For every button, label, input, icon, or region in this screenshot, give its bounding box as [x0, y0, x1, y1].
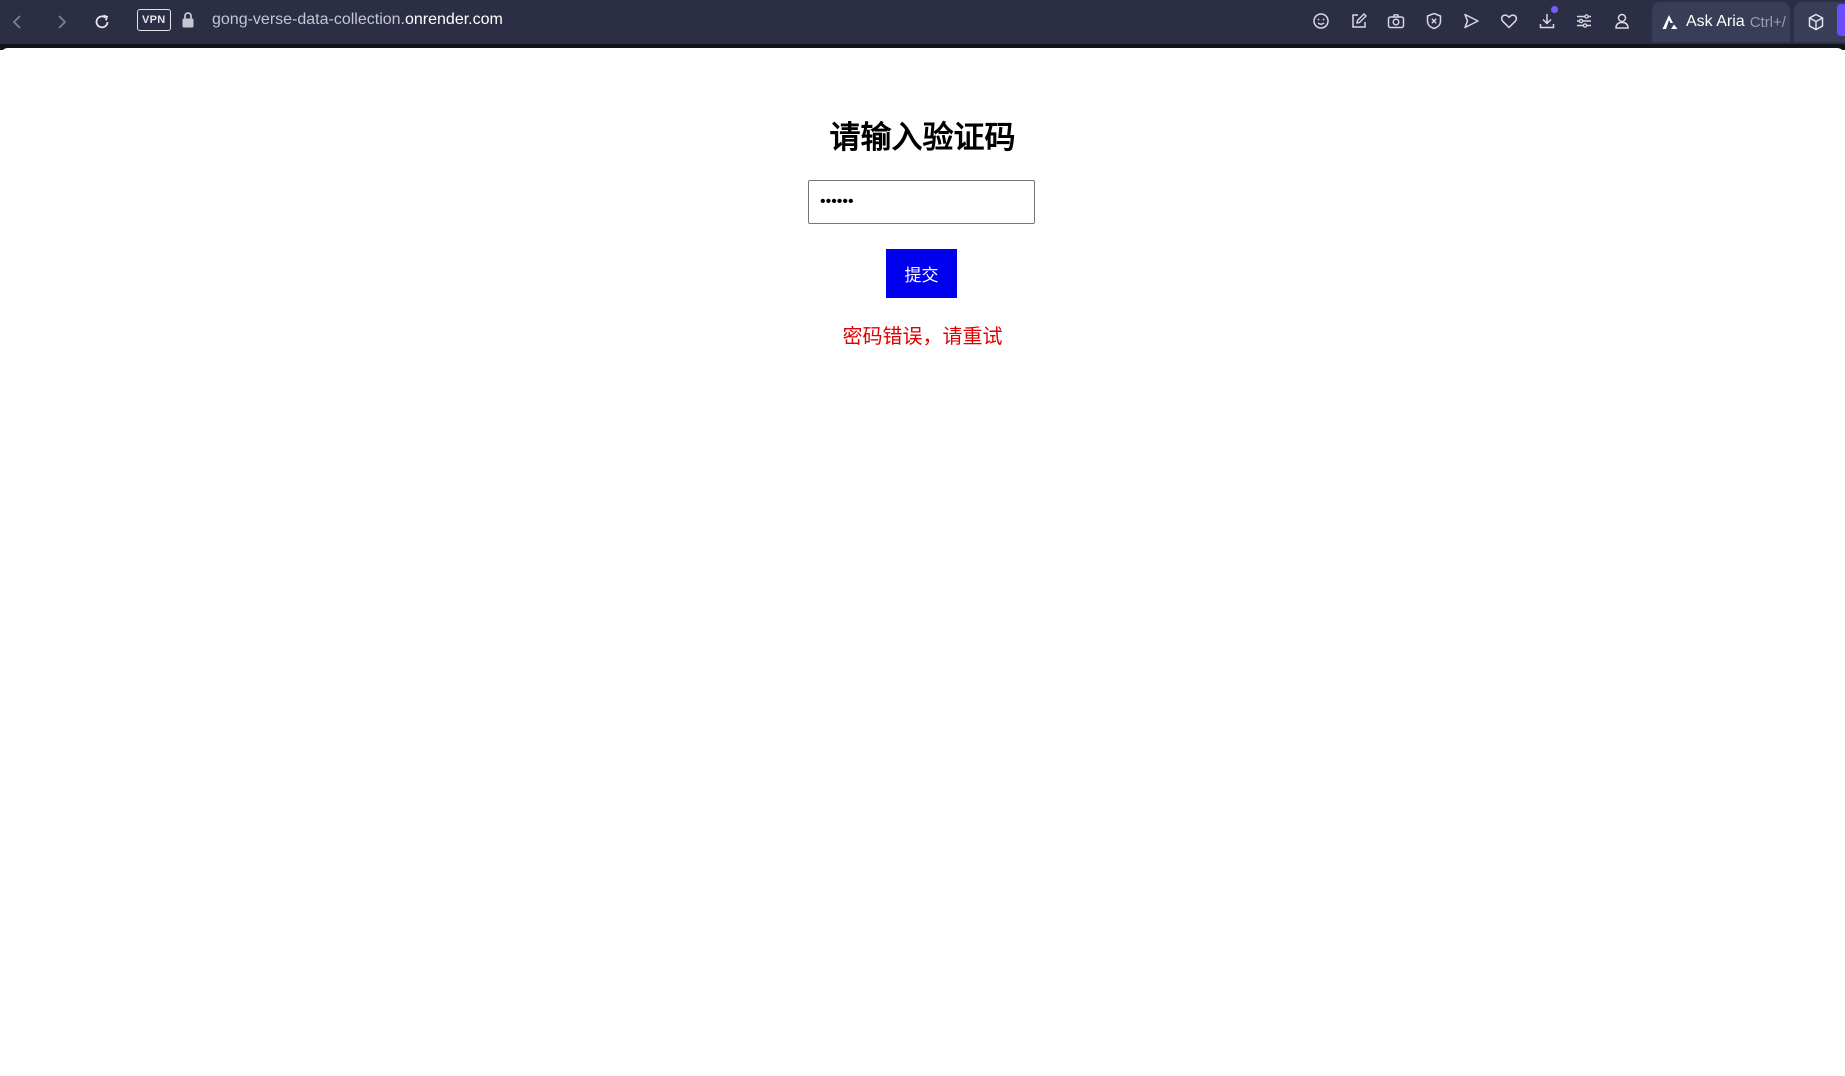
vpn-badge[interactable]: VPN	[137, 9, 171, 31]
send-icon	[1464, 13, 1479, 29]
forward-button[interactable]	[47, 8, 75, 36]
adblock-button[interactable]	[1422, 9, 1446, 33]
menu-icon	[1577, 14, 1591, 28]
back-button[interactable]	[4, 8, 32, 36]
address-bar[interactable]: gong-verse-data-collection.onrender.com	[212, 10, 503, 30]
emoji-button[interactable]	[1309, 9, 1333, 33]
aria-icon	[1662, 15, 1678, 29]
chevron-right-icon	[58, 15, 67, 29]
cube-icon	[1808, 13, 1824, 31]
reload-button[interactable]	[88, 8, 116, 36]
profile-button[interactable]	[1610, 9, 1634, 33]
url-prefix: gong-verse-data-collection.	[212, 11, 405, 28]
browser-toolbar: VPN gong-verse-data-collection.onrender.…	[0, 0, 1845, 44]
heart-icon	[1500, 14, 1518, 29]
submit-button[interactable]: 提交	[886, 249, 957, 298]
sidebar-indicator	[1837, 4, 1845, 36]
reload-icon	[95, 14, 109, 29]
verification-code-input[interactable]	[808, 180, 1035, 224]
lock-icon[interactable]	[181, 11, 195, 29]
easy-setup-button[interactable]	[1572, 9, 1596, 33]
ask-aria-button[interactable]: Ask Aria Ctrl+/	[1652, 2, 1790, 42]
camera-icon	[1387, 14, 1405, 29]
notification-dot	[1551, 6, 1558, 13]
chevron-left-icon	[12, 15, 21, 29]
edit-button[interactable]	[1347, 9, 1371, 33]
smiley-icon	[1313, 13, 1329, 29]
aria-shortcut: Ctrl+/	[1749, 13, 1786, 31]
extensions-button[interactable]	[1794, 2, 1845, 42]
page-title: 请输入验证码	[829, 120, 1016, 156]
profile-icon	[1615, 13, 1629, 29]
screenshot-button[interactable]	[1384, 9, 1408, 33]
flow-button[interactable]	[1459, 9, 1483, 33]
url-domain: onrender.com	[405, 11, 503, 28]
shield-icon	[1426, 12, 1442, 30]
edit-icon	[1352, 13, 1367, 28]
favorites-button[interactable]	[1497, 9, 1521, 33]
aria-label: Ask Aria	[1686, 13, 1745, 30]
error-message: 密码错误，请重试	[842, 324, 1003, 348]
download-icon	[1539, 14, 1555, 29]
